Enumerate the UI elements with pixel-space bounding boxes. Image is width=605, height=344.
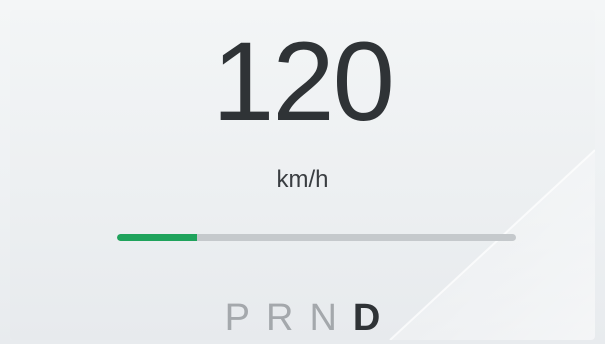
gear-d[interactable]: D [353, 296, 380, 340]
gear-p[interactable]: P [225, 296, 250, 340]
speed-value: 120 [212, 19, 395, 144]
speed-progress-bar [117, 234, 516, 241]
gear-n[interactable]: N [309, 296, 336, 340]
speed-unit: km/h [276, 166, 329, 193]
gear-r[interactable]: R [266, 296, 293, 340]
dashboard-screen: 120 km/h PRND [0, 0, 605, 344]
speed-progress-fill [117, 234, 197, 241]
instrument-panel: 120 km/h PRND [10, 10, 595, 340]
gear-selector: PRND [10, 296, 595, 340]
